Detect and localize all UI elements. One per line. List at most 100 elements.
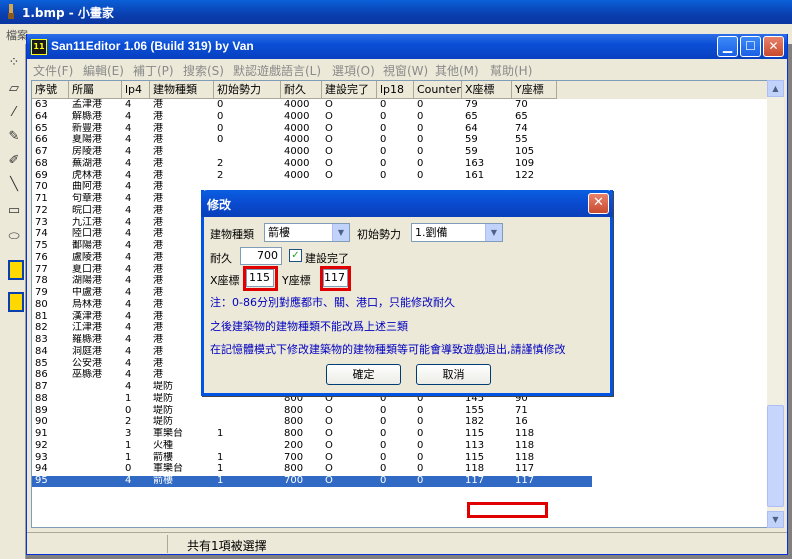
table-cell: 0 [380, 416, 387, 428]
select-tool-icon[interactable]: ⁘ [5, 54, 23, 72]
dialog-close-button[interactable]: ✕ [588, 193, 609, 214]
y-coord-label: Y座標 [282, 274, 311, 287]
table-cell: 4 [125, 204, 132, 216]
menu-window[interactable]: 視窗(W) [383, 62, 428, 79]
table-cell: 港 [153, 157, 163, 169]
column-header[interactable]: lp4 [122, 81, 150, 99]
editor-title: San11Editor 1.06 (Build 319) by Van [51, 39, 254, 53]
initial-power-select[interactable]: 1.劉備 ▼ [411, 223, 503, 242]
built-checkbox[interactable]: ✓ [289, 249, 302, 262]
table-cell: 陸口港 [72, 228, 102, 240]
table-cell: O [325, 416, 333, 428]
table-row[interactable]: 93 1 箭樓 1 700 O 0 0 115 118 [32, 451, 592, 464]
san11-app-icon: 11 [31, 39, 47, 55]
menu-patch[interactable]: 補丁(P) [133, 62, 174, 79]
column-header[interactable]: 初始勢力 [214, 81, 281, 99]
vertical-scrollbar[interactable]: ▲ ▼ [767, 80, 784, 528]
menu-search[interactable]: 搜索(S) [183, 62, 224, 79]
column-header[interactable]: 建設完了 [322, 81, 377, 99]
table-cell: 0 [380, 146, 387, 157]
table-cell: 箭樓 [153, 475, 173, 486]
table-cell: 200 [284, 439, 304, 451]
column-header[interactable]: 所屬 [69, 81, 122, 99]
table-row[interactable]: 94 0 軍樂台 1 800 O 0 0 118 117 [32, 463, 592, 475]
table-row[interactable]: 91 3 軍樂台 1 800 O 0 0 115 118 [32, 428, 592, 440]
maximize-button[interactable]: ☐ [740, 36, 761, 57]
table-cell: 0 [380, 428, 387, 439]
column-header[interactable]: Y座標 [512, 81, 557, 99]
scroll-up-icon[interactable]: ▲ [767, 80, 784, 97]
table-row[interactable]: 67 房陵港 4 港 4000 O 0 0 59 105 [32, 146, 592, 158]
editor-titlebar[interactable]: 11 San11Editor 1.06 (Build 319) by Van ▁… [27, 34, 787, 59]
table-cell: 105 [515, 146, 535, 157]
table-cell: 1 [125, 451, 132, 463]
minimize-button[interactable]: ▁ [717, 36, 738, 57]
table-cell: 65 [465, 110, 478, 122]
table-row[interactable]: 63 孟津港 4 港 0 4000 O 0 0 79 70 [32, 99, 592, 111]
table-cell: 76 [35, 251, 48, 263]
table-row[interactable]: 92 1 火種 200 O 0 0 113 118 [32, 439, 592, 452]
dialog-titlebar[interactable]: 修改 ✕ [201, 190, 613, 217]
durability-input[interactable]: 700 [240, 247, 282, 265]
ok-button[interactable]: 確定 [326, 364, 401, 385]
column-header[interactable]: Counter [414, 81, 462, 99]
menu-options[interactable]: 選項(O) [332, 62, 375, 79]
table-row[interactable]: 90 2 堤防 800 O 0 0 182 16 [32, 416, 592, 428]
chevron-down-icon[interactable]: ▼ [332, 224, 349, 241]
table-cell: 155 [465, 404, 485, 416]
edit-dialog: 修改 ✕ 建物種類 箭樓 ▼ 初始勢力 1.劉備 ▼ 耐久 700 ✓ 建設完了… [201, 190, 613, 396]
table-cell: 4 [125, 251, 132, 263]
table-cell: 洞庭港 [72, 345, 102, 357]
menu-help[interactable]: 幫助(H) [490, 62, 532, 79]
table-cell: 87 [35, 381, 48, 392]
table-cell: 4 [125, 322, 132, 334]
column-header[interactable]: 建物種類 [150, 81, 214, 99]
table-cell: 66 [35, 134, 48, 146]
table-cell: 16 [515, 416, 528, 428]
column-header[interactable]: X座標 [462, 81, 512, 99]
table-cell: 117 [465, 475, 485, 486]
building-type-value: 箭樓 [268, 226, 290, 239]
line-tool-icon[interactable]: ╲ [5, 176, 23, 194]
table-cell: 烏林港 [72, 298, 102, 310]
table-cell: 800 [284, 416, 304, 428]
scroll-down-icon[interactable]: ▼ [767, 511, 784, 528]
eraser-tool-icon[interactable]: ▱ [5, 80, 23, 98]
menu-other[interactable]: 其他(M) [435, 62, 479, 79]
table-row[interactable]: 89 0 堤防 800 O 0 0 155 71 [32, 404, 592, 417]
table-cell: 堤防 [153, 404, 173, 416]
scroll-thumb[interactable] [767, 405, 784, 507]
rectangle-tool-icon[interactable]: ▭ [5, 202, 23, 220]
paint-toolbox: ⁘ ▱ ⁄ ✎ ✐ ╲ ▭ ⬭ [0, 44, 26, 559]
menu-file[interactable]: 文件(F) [33, 62, 73, 79]
brush-tool-icon[interactable]: ✐ [5, 152, 23, 170]
building-type-select[interactable]: 箭樓 ▼ [264, 223, 350, 242]
table-row[interactable]: 65 新豐港 4 港 0 4000 O 0 0 64 74 [32, 122, 592, 135]
ellipse-tool-icon[interactable]: ⬭ [5, 228, 23, 246]
table-cell: 182 [465, 416, 485, 428]
table-row[interactable]: 68 蕪湖港 4 港 2 4000 O 0 0 163 109 [32, 157, 592, 170]
note-line-1: 注：0-86分別對應都市、關、港口，只能修改耐久 [210, 296, 455, 309]
menu-language[interactable]: 默認遊戲語言(L) [233, 62, 321, 79]
table-cell: 69 [35, 169, 48, 181]
table-cell: 0 [380, 122, 387, 134]
table-cell: 4 [125, 181, 132, 193]
column-header[interactable]: 耐久 [281, 81, 322, 99]
pencil-tool-icon[interactable]: ✎ [5, 128, 23, 146]
table-cell: O [325, 428, 333, 439]
table-cell: 700 [284, 451, 304, 463]
table-cell: 55 [515, 134, 528, 146]
paint-menu-file[interactable]: 檔案 [6, 27, 28, 43]
table-row[interactable]: 64 解縣港 4 港 0 4000 O 0 0 65 65 [32, 110, 592, 123]
column-header[interactable]: 序號 [32, 81, 69, 99]
menu-edit[interactable]: 編輯(E) [83, 62, 124, 79]
table-row[interactable]: 95 4 箭樓 1 700 O 0 0 117 117 [32, 475, 592, 487]
column-header[interactable]: lp18 [377, 81, 414, 99]
close-button[interactable]: ✕ [763, 36, 784, 57]
cancel-button[interactable]: 取消 [416, 364, 491, 385]
chevron-down-icon[interactable]: ▼ [485, 224, 502, 241]
table-row[interactable]: 66 夏陽港 4 港 0 4000 O 0 0 59 55 [32, 134, 592, 146]
eyedropper-tool-icon[interactable]: ⁄ [5, 104, 23, 122]
table-row[interactable]: 69 虎林港 4 港 2 4000 O 0 0 161 122 [32, 169, 592, 182]
x-coord-label: X座標 [210, 274, 240, 287]
